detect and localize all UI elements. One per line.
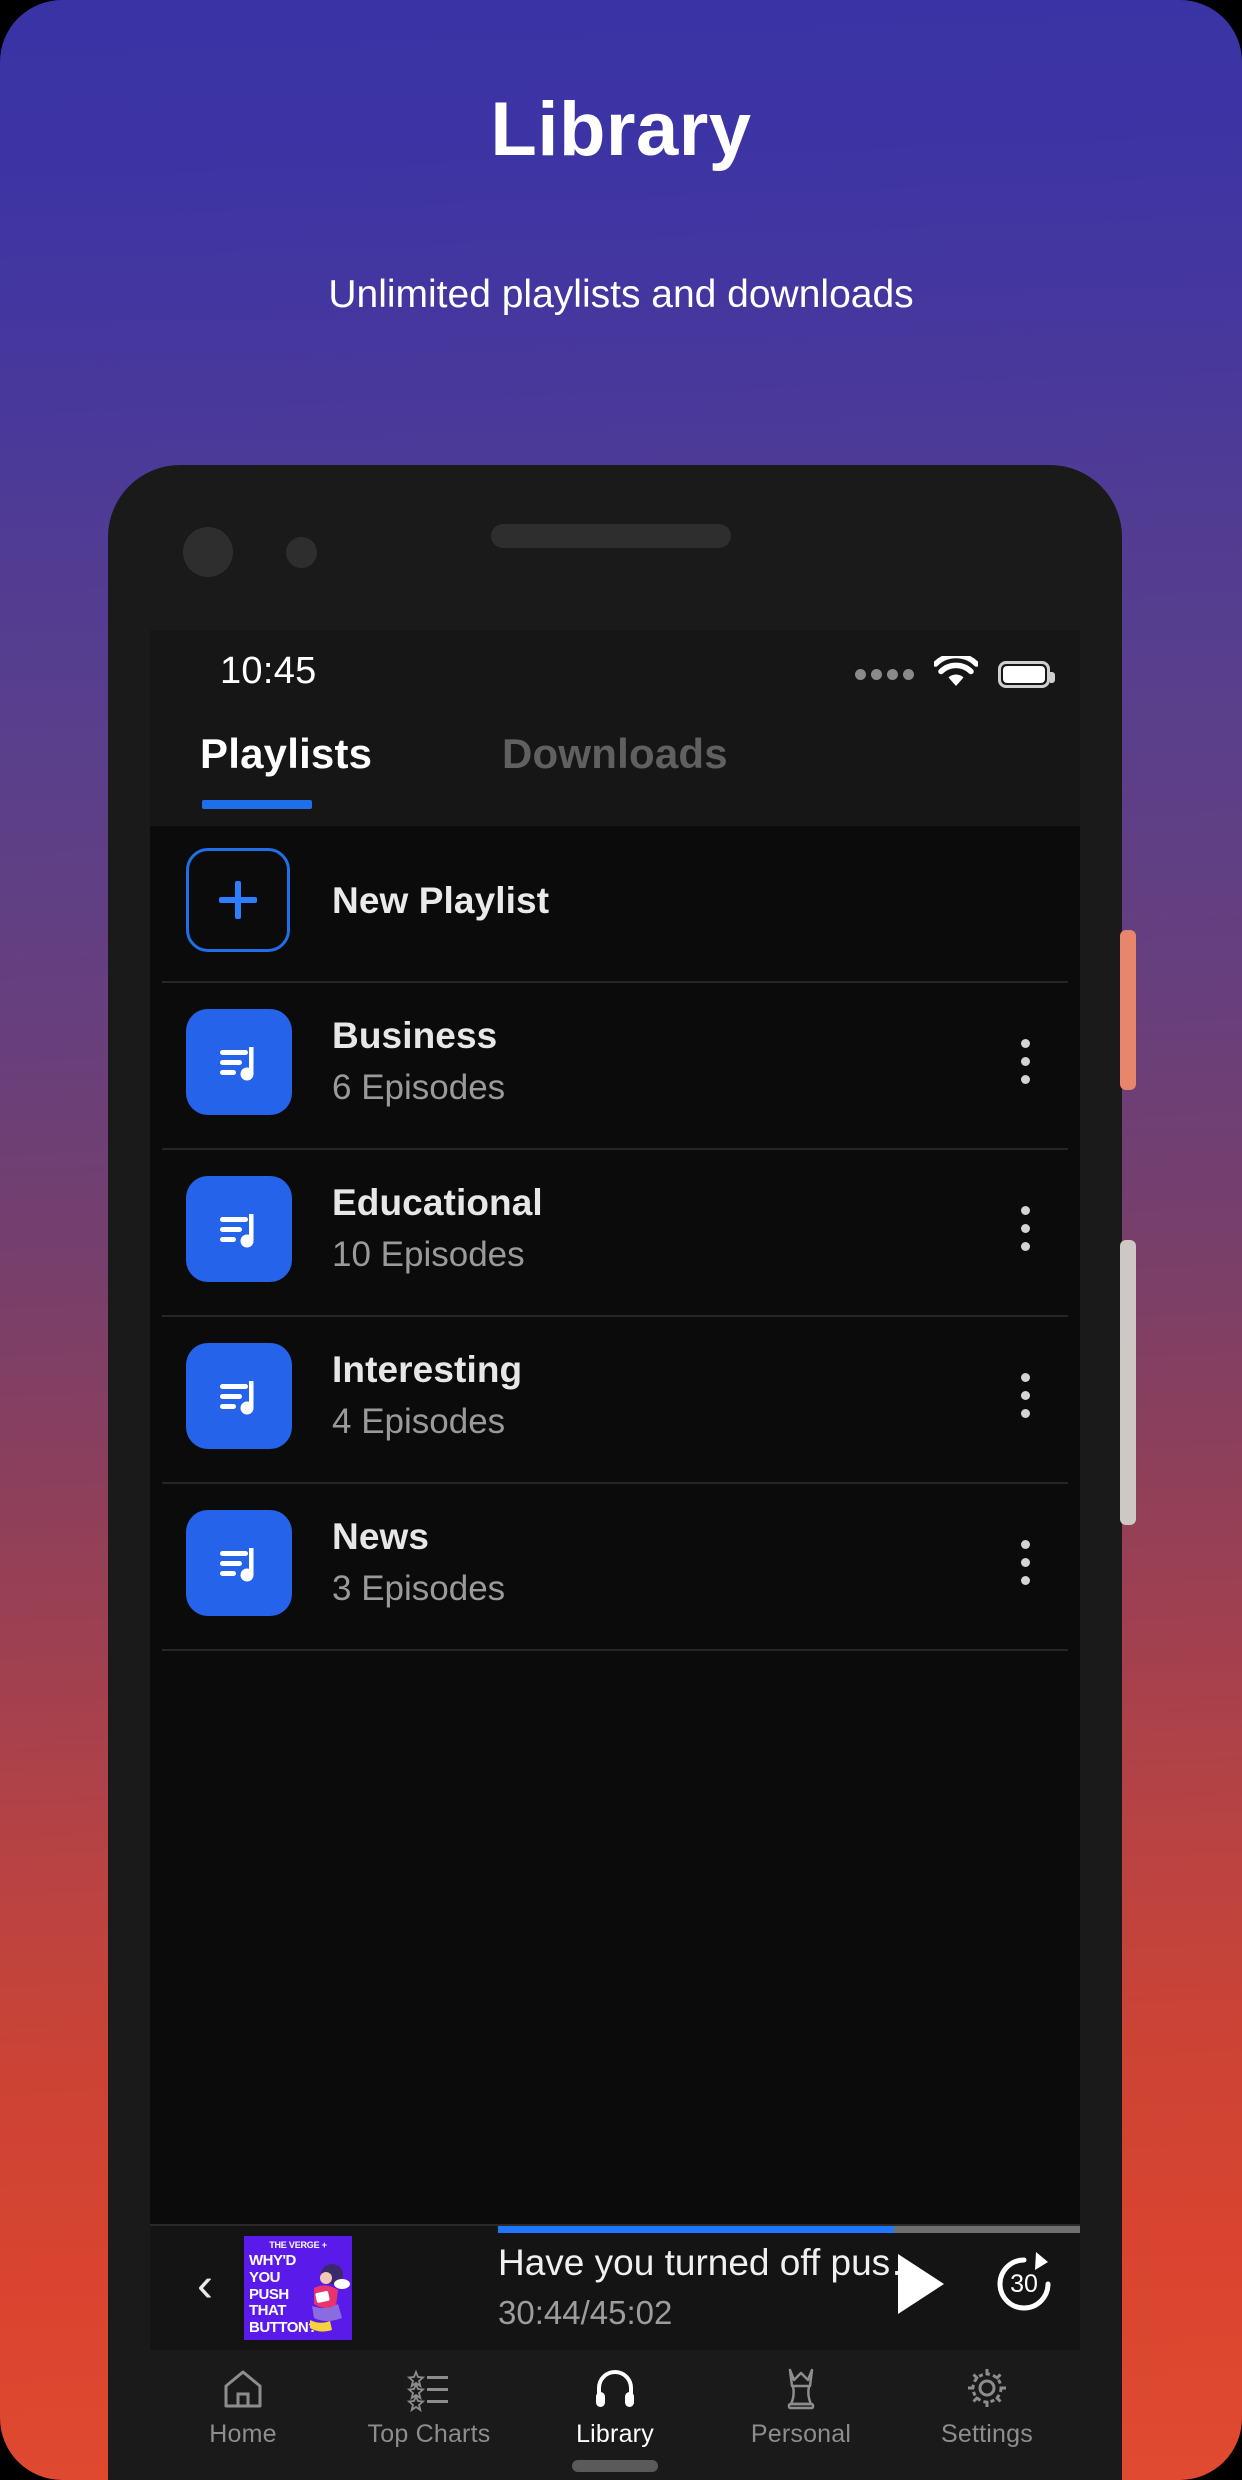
table-row[interactable]: News 3 Episodes	[162, 1484, 1068, 1651]
table-row[interactable]: Business 6 Episodes	[162, 983, 1068, 1150]
playlist-music-icon	[186, 1510, 292, 1616]
earpiece-speaker	[491, 524, 731, 548]
playlist-texts: News 3 Episodes	[332, 1514, 505, 1610]
nav-label-settings: Settings	[941, 2420, 1033, 2448]
now-playing-time: 30:44/45:02	[498, 2294, 673, 2331]
more-vertical-icon[interactable]	[1020, 1373, 1030, 1418]
nav-item-settings[interactable]: Settings	[894, 2350, 1080, 2480]
playlist-episode-count: 6 Episodes	[332, 1068, 506, 1108]
tab-downloads[interactable]: Downloads	[502, 730, 728, 778]
page-subtitle: Unlimited playlists and downloads	[328, 273, 914, 316]
table-row[interactable]: Interesting 4 Episodes	[162, 1317, 1068, 1484]
gear-icon	[961, 2362, 1013, 2414]
playlist-name: News	[332, 1516, 430, 1557]
app-screen: 10:45 Playlists Downloads New Playlist B…	[150, 630, 1080, 2480]
playlist-name: Interesting	[332, 1349, 523, 1390]
new-playlist-label: New Playlist	[332, 880, 550, 921]
device-side-button-top[interactable]	[1120, 930, 1136, 1090]
mini-player: ‹ THE VERGE + WHY'D YOU PUSH THAT BUTTON…	[150, 2224, 1080, 2350]
playlist-texts: Business 6 Episodes	[332, 1013, 505, 1109]
page-title: Library	[490, 87, 752, 172]
tab-bar: Playlists Downloads	[150, 716, 1080, 826]
front-camera-icon	[183, 527, 233, 577]
new-playlist-button[interactable]	[186, 848, 290, 952]
more-vertical-icon[interactable]	[1020, 1039, 1030, 1084]
playlist-list: New Playlist Business 6 Episodes Educati…	[150, 826, 1080, 1651]
playback-progress-track[interactable]	[498, 2226, 1080, 2233]
nav-item-top-charts[interactable]: Top Charts	[336, 2350, 522, 2480]
status-time: 10:45	[220, 650, 317, 692]
promo-card: Library Unlimited playlists and download…	[0, 0, 1242, 2480]
artwork-brand: THE VERGE +	[269, 2240, 327, 2250]
playlist-name: Business	[332, 1015, 498, 1056]
playlist-name: Educational	[332, 1182, 543, 1223]
table-row[interactable]: Educational 10 Episodes	[162, 1150, 1068, 1317]
status-bar: 10:45	[150, 630, 1080, 716]
nav-item-home[interactable]: Home	[150, 2350, 336, 2480]
skip-forward-label: 30	[1010, 2269, 1038, 2298]
bottom-navigation: Home Top Charts Library Personal Setting…	[150, 2350, 1080, 2480]
playlist-episode-count: 10 Episodes	[332, 1235, 525, 1275]
playlist-music-icon	[186, 1176, 292, 1282]
playback-progress-fill	[498, 2226, 894, 2233]
home-indicator	[572, 2460, 658, 2472]
playlist-episode-count: 4 Episodes	[332, 1402, 506, 1442]
device-side-button-bottom[interactable]	[1120, 1240, 1136, 1525]
chess-queen-icon	[775, 2362, 827, 2414]
star-list-icon	[403, 2362, 455, 2414]
nav-label-personal: Personal	[750, 2420, 852, 2448]
playlist-music-icon	[186, 1343, 292, 1449]
more-vertical-icon[interactable]	[1020, 1206, 1030, 1251]
home-icon	[217, 2362, 269, 2414]
new-playlist-texts: New Playlist	[332, 856, 549, 924]
playlist-music-icon	[186, 1009, 292, 1115]
artwork-illustration	[310, 2264, 350, 2332]
tab-playlists[interactable]: Playlists	[200, 730, 372, 778]
play-icon[interactable]	[898, 2254, 944, 2314]
playlist-texts: Educational 10 Episodes	[332, 1180, 543, 1276]
nav-label-home: Home	[209, 2420, 277, 2448]
playlist-episode-count: 3 Episodes	[332, 1569, 506, 1609]
wifi-icon	[932, 652, 980, 693]
signal-dots-icon	[855, 668, 914, 680]
skip-forward-30-icon[interactable]: 30	[990, 2250, 1058, 2318]
chevron-left-icon[interactable]: ‹	[180, 2258, 230, 2316]
nav-item-personal[interactable]: Personal	[708, 2350, 894, 2480]
podcast-artwork: THE VERGE + WHY'D YOU PUSH THAT BUTTON?	[244, 2236, 352, 2340]
battery-full-icon	[998, 660, 1055, 688]
headphones-icon	[589, 2362, 641, 2414]
proximity-sensor-icon	[286, 537, 317, 568]
new-playlist-row[interactable]: New Playlist	[162, 826, 1068, 983]
nav-label-top-charts: Top Charts	[367, 2420, 491, 2448]
plus-icon	[219, 881, 257, 919]
nav-label-library: Library	[576, 2420, 654, 2448]
playlist-texts: Interesting 4 Episodes	[332, 1347, 522, 1443]
tab-active-indicator	[202, 800, 312, 809]
status-icons-group	[855, 652, 1055, 696]
more-vertical-icon[interactable]	[1020, 1540, 1030, 1585]
